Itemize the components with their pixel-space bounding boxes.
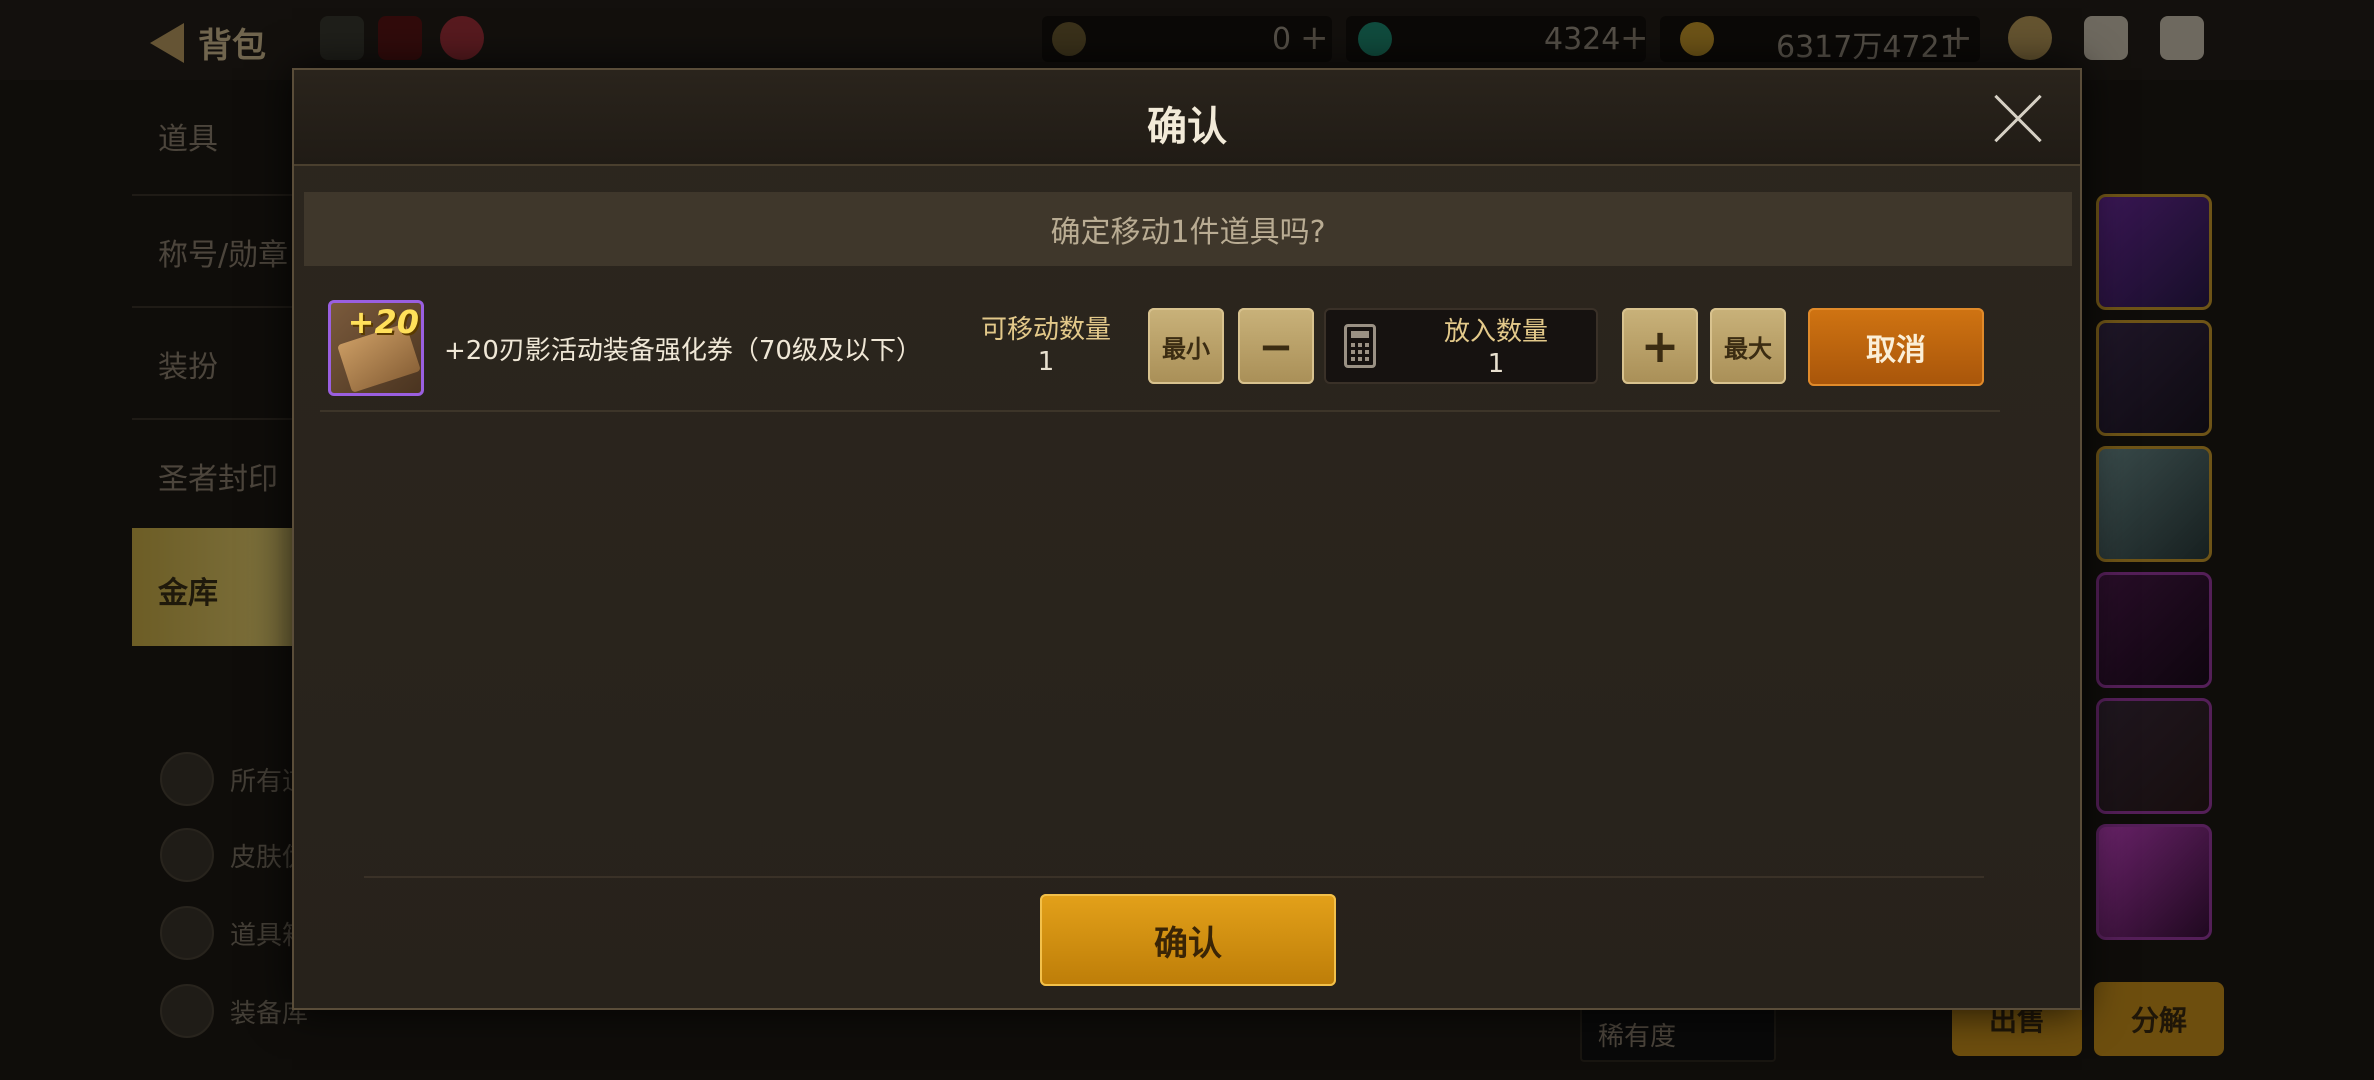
min-label: 最小 — [1162, 334, 1210, 363]
minus-icon: − — [1258, 321, 1294, 371]
confirm-dialog: 确认 确定移动1件道具吗? +20 +20刃影活动装备强化券（70级及以下） 可… — [292, 68, 2082, 1010]
movable-label: 可移动数量 — [980, 315, 1111, 345]
confirm-button[interactable]: 确认 — [1040, 894, 1336, 986]
put-value: 1 — [1487, 349, 1505, 379]
dialog-header: 确认 — [294, 70, 2080, 166]
plus-icon: + — [1640, 319, 1680, 373]
cancel-button[interactable]: 取消 — [1808, 308, 1984, 386]
plus-button[interactable]: + — [1622, 308, 1698, 384]
item-name: +20刃影活动装备强化券（70级及以下） — [444, 336, 922, 366]
minus-button[interactable]: − — [1238, 308, 1314, 384]
calculator-icon[interactable] — [1344, 324, 1376, 368]
movable-value: 1 — [1037, 347, 1055, 377]
min-button[interactable]: 最小 — [1148, 308, 1224, 384]
put-label: 放入数量 — [1443, 317, 1548, 347]
enhance-badge: +20 — [347, 303, 419, 341]
quantity-input[interactable]: 放入数量 1 — [1324, 308, 1598, 384]
divider — [364, 876, 1984, 878]
put-quantity: 放入数量 1 — [1406, 316, 1586, 380]
max-label: 最大 — [1724, 334, 1772, 363]
question-text: 确定移动1件道具吗? — [304, 192, 2072, 266]
confirm-label: 确认 — [1154, 923, 1222, 964]
max-button[interactable]: 最大 — [1710, 308, 1786, 384]
item-icon[interactable]: +20 — [328, 300, 424, 396]
cancel-label: 取消 — [1866, 333, 1926, 368]
close-icon[interactable] — [1992, 92, 2044, 144]
movable-quantity: 可移动数量 1 — [966, 314, 1126, 378]
dialog-title: 确认 — [1147, 104, 1227, 150]
